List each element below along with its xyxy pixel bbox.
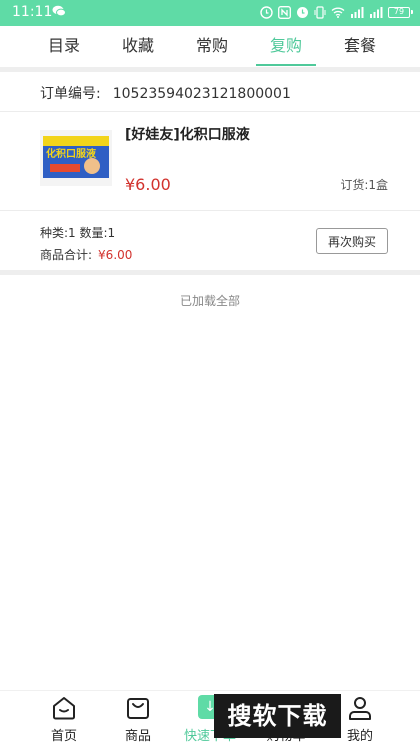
section-gap: [0, 67, 420, 72]
nav-profile-label: 我的: [346, 729, 373, 744]
order-number-value: 10523594023121800001: [112, 86, 291, 102]
nav-products[interactable]: 商品: [108, 695, 168, 744]
bag-icon: [127, 698, 149, 719]
category-tab-bar: 目录 收藏 常购 复购 套餐: [0, 26, 420, 67]
order-total-row: 商品合计: ¥6.00: [40, 246, 132, 263]
order-total-label: 商品合计:: [40, 248, 93, 262]
alarm-icon: [260, 5, 273, 19]
active-tab-indicator: [256, 64, 316, 66]
tab-frequent[interactable]: 常购: [182, 26, 242, 67]
status-icons: 79: [260, 5, 413, 19]
order-number-row: 订单编号: 10523594023121800001: [40, 83, 291, 103]
do-not-disturb-icon: [297, 6, 308, 18]
list-end-label: 已加载全部: [179, 294, 240, 308]
nav-home-label: 首页: [50, 729, 77, 744]
signal-icon-2: [370, 7, 383, 18]
order-number-label: 订单编号:: [40, 86, 101, 102]
signal-icon-1: [351, 7, 364, 18]
nav-products-label: 商品: [124, 729, 151, 744]
battery-icon: 79: [388, 6, 413, 18]
tab-repurchase[interactable]: 复购: [256, 26, 316, 67]
tab-repurchase-label: 复购: [269, 36, 302, 55]
home-icon: [53, 697, 75, 720]
status-bar: 11:11 79: [0, 0, 420, 26]
divider: [0, 111, 420, 112]
vibrate-icon: [314, 5, 326, 19]
product-image-label: 化积口服液: [46, 147, 96, 160]
user-icon: [349, 697, 371, 720]
wifi-icon: [331, 7, 345, 18]
tab-favorites[interactable]: 收藏: [108, 26, 168, 67]
tab-packages[interactable]: 套餐: [330, 26, 390, 67]
divider: [0, 210, 420, 211]
status-time: 11:11: [12, 4, 53, 20]
bottom-nav: 首页 商品 ↓ 快速下单 购物车 我的: [0, 690, 420, 746]
tab-catalog[interactable]: 目录: [34, 26, 94, 67]
nav-home[interactable]: 首页: [34, 695, 94, 744]
product-price: ¥6.00: [125, 175, 171, 194]
product-name[interactable]: [好娃友]化积口服液: [125, 124, 250, 144]
order-total-price: ¥6.00: [98, 248, 133, 262]
section-gap: [0, 270, 420, 275]
product-quantity: 订货:1盒: [340, 178, 388, 192]
nfc-icon: [278, 5, 291, 19]
order-type-quantity: 种类:1 数量:1: [40, 226, 116, 240]
reorder-button[interactable]: 再次购买: [316, 228, 388, 254]
watermark-overlay: 搜软下载: [214, 694, 341, 738]
chat-notification-icon: [52, 5, 66, 17]
product-image[interactable]: 化积口服液: [40, 130, 112, 186]
